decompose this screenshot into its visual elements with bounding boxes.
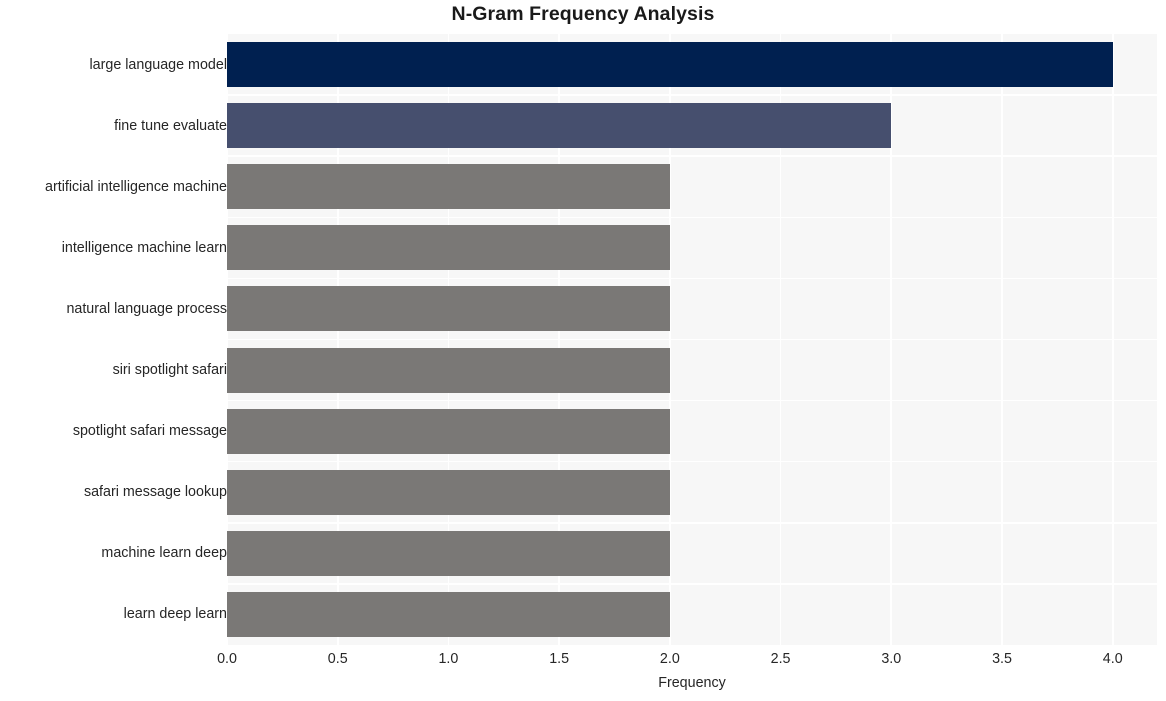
gridline-horizontal	[227, 399, 1157, 402]
bar	[227, 591, 670, 637]
bar	[227, 286, 670, 332]
y-axis-tick-label: safari message lookup	[83, 484, 227, 501]
x-axis-tick-label: 1.5	[549, 651, 570, 667]
x-axis-tick-label: 3.5	[992, 651, 1012, 667]
x-axis-tick-labels: 0.0 0.5 1.0 1.5 2.0 2.5 3.0 3.5 4.0	[0, 651, 1166, 673]
bar	[227, 469, 670, 515]
gridline-horizontal	[227, 155, 1157, 157]
y-axis-tick-label: large language model	[89, 56, 227, 73]
y-axis-tick-label: machine learn deep	[101, 545, 227, 562]
x-axis-tick-label: 3.0	[881, 651, 902, 667]
gridline-horizontal	[227, 338, 1157, 341]
chart-figure: N-Gram Frequency Analysis large language…	[0, 0, 1166, 701]
gridline-horizontal	[227, 216, 1157, 219]
x-axis-tick-label: 2.5	[770, 651, 791, 667]
x-axis-tick-label: 0.5	[327, 651, 348, 667]
plot-area	[227, 34, 1157, 645]
x-axis-title: Frequency	[658, 675, 726, 691]
bar	[227, 530, 670, 576]
gridline-horizontal	[227, 94, 1157, 96]
y-axis-labels: large language model fine tune evaluate ar…	[0, 34, 227, 645]
x-axis-tick-label: 4.0	[1102, 651, 1123, 667]
y-axis-tick-label: spotlight safari message	[72, 423, 227, 440]
bar	[227, 164, 670, 210]
bar	[227, 103, 892, 149]
y-axis-tick-label: learn deep learn	[123, 606, 227, 623]
bar	[227, 42, 1113, 88]
gridline-horizontal	[227, 277, 1157, 280]
y-axis-tick-label: natural language process	[66, 300, 227, 317]
y-axis-tick-label: intelligence machine learn	[61, 239, 227, 256]
gridline-horizontal	[227, 522, 1157, 524]
chart-title: N-Gram Frequency Analysis	[451, 3, 715, 25]
y-axis-tick-label: siri spotlight safari	[112, 362, 227, 379]
x-axis-tick-label: 1.0	[438, 651, 459, 667]
y-axis-tick-label: artificial intelligence machine	[45, 178, 227, 195]
bar	[227, 408, 670, 454]
x-axis-tick-label: 2.0	[659, 651, 680, 667]
bar	[227, 225, 670, 271]
bar	[227, 347, 670, 393]
x-axis-tick-label: 0.0	[217, 651, 237, 667]
gridline-horizontal	[227, 583, 1157, 585]
y-axis-tick-label: fine tune evaluate	[114, 117, 227, 134]
gridline-horizontal	[227, 460, 1157, 463]
